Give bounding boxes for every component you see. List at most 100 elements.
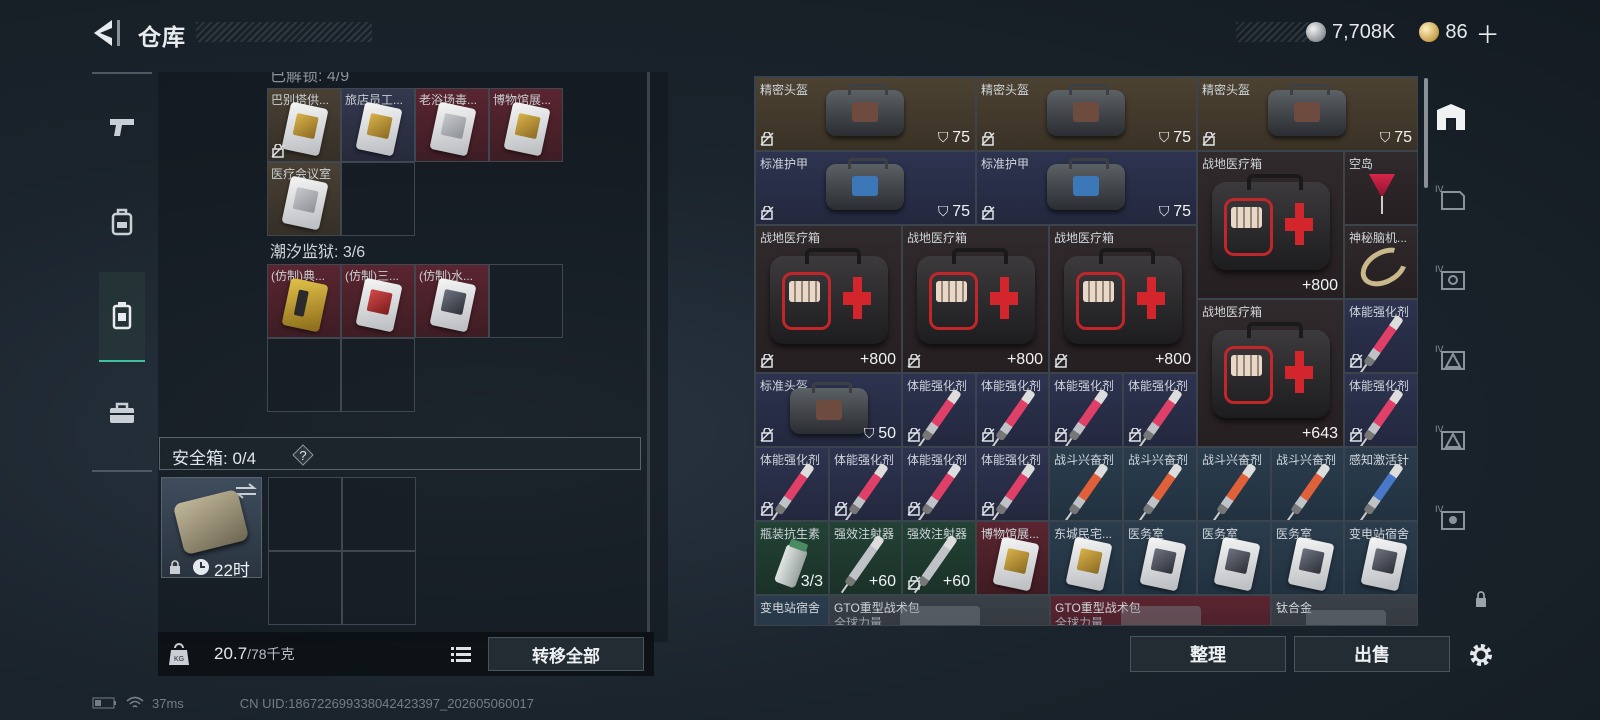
item-keycard[interactable]: 医务室 bbox=[1123, 521, 1197, 595]
item-helmet[interactable]: 精密头盔 ⛉ 75 bbox=[976, 77, 1197, 151]
item-keycard[interactable]: 变电站宿舍 bbox=[755, 595, 829, 625]
tab-main-stash[interactable] bbox=[1428, 82, 1474, 152]
backpack-icon bbox=[111, 208, 133, 236]
unlock-icon bbox=[1054, 428, 1068, 442]
keycard-slot[interactable]: 巴别塔供... bbox=[267, 88, 341, 162]
syringe-icon bbox=[1068, 388, 1109, 442]
item-backpack[interactable]: GTO重型战术包 全球力量 bbox=[1050, 595, 1271, 625]
keycard-icon bbox=[1360, 536, 1408, 592]
item-keycard[interactable]: 医务室 bbox=[1271, 521, 1344, 595]
item-combat-stim[interactable]: 战斗兴奋剂 bbox=[1049, 447, 1123, 521]
back-arrow-icon[interactable] bbox=[88, 16, 124, 50]
item-stimulant[interactable]: 体能强化剂 bbox=[829, 447, 902, 521]
keycard-slot[interactable]: 医疗会议室 bbox=[267, 162, 341, 236]
nav-equipment[interactable] bbox=[92, 176, 152, 266]
item-injector[interactable]: 强效注射器 +60 bbox=[902, 521, 976, 595]
item-combat-stim[interactable]: 战斗兴奋剂 bbox=[1197, 447, 1271, 521]
item-stimulant[interactable]: 体能强化剂 bbox=[1123, 373, 1197, 447]
item-medkit[interactable]: 战地医疗箱 +800 bbox=[755, 225, 902, 373]
item-armor[interactable]: 标准护甲 ⛉ 75 bbox=[976, 151, 1197, 225]
empty-slot[interactable] bbox=[342, 551, 416, 625]
item-combat-stim[interactable]: 战斗兴奋剂 bbox=[1123, 447, 1197, 521]
list-view-icon[interactable] bbox=[446, 638, 476, 670]
silver-coin-icon bbox=[1306, 22, 1326, 42]
keycard-icon bbox=[992, 536, 1040, 592]
keycard-slot[interactable]: 老浴场毒... bbox=[415, 88, 489, 162]
transfer-all-button[interactable]: 转移全部 bbox=[488, 637, 644, 671]
item-helmet[interactable]: 精密头盔 ⛉ 75 bbox=[1197, 77, 1417, 151]
syringe-icon bbox=[1216, 462, 1257, 516]
durability-value: ⛉ 75 bbox=[1158, 129, 1191, 146]
item-device[interactable]: 神秘脑机... bbox=[1344, 225, 1417, 299]
item-titanium[interactable]: 钛合金 bbox=[1271, 595, 1417, 625]
item-helmet[interactable]: 精密头盔 ⛉ 75 bbox=[755, 77, 976, 151]
item-medkit[interactable]: 战地医疗箱 +800 bbox=[1197, 151, 1344, 299]
armor-icon bbox=[1047, 158, 1125, 210]
keycard-slot[interactable]: (仿制)三... bbox=[341, 264, 415, 338]
item-combat-stim[interactable]: 战斗兴奋剂 bbox=[1271, 447, 1344, 521]
helmet-icon bbox=[1268, 84, 1346, 136]
settings-gear-icon[interactable] bbox=[1466, 640, 1496, 670]
syringe-icon bbox=[921, 388, 962, 442]
tidy-button[interactable]: 整理 bbox=[1130, 636, 1286, 672]
item-injector[interactable]: 强效注射器 +60 bbox=[829, 521, 902, 595]
empty-slot[interactable] bbox=[342, 477, 416, 551]
empty-slot[interactable] bbox=[341, 162, 415, 236]
empty-slot[interactable] bbox=[268, 551, 342, 625]
item-perception-stim[interactable]: 感知激活针 bbox=[1344, 447, 1417, 521]
item-keycard[interactable]: 医务室 bbox=[1197, 521, 1271, 595]
empty-slot[interactable] bbox=[341, 338, 415, 412]
cocktail-icon bbox=[1369, 174, 1395, 198]
item-keycard[interactable]: 博物馆展... bbox=[976, 521, 1049, 595]
keycard-slot[interactable]: 博物馆展... bbox=[489, 88, 563, 162]
nav-toolbox[interactable] bbox=[92, 368, 152, 458]
item-stimulant[interactable]: 体能强化剂 bbox=[902, 447, 976, 521]
item-backpack[interactable]: GTO重型战术包 全球力量 bbox=[829, 595, 1050, 625]
item-stimulant[interactable]: 体能强化剂 bbox=[1049, 373, 1123, 447]
item-stimulant[interactable]: 体能强化剂 bbox=[976, 447, 1049, 521]
keycard-icon bbox=[503, 101, 551, 157]
safebox-slot[interactable]: 22时 bbox=[161, 477, 262, 580]
item-stimulant[interactable]: 体能强化剂 bbox=[902, 373, 976, 447]
stash-scrollbar[interactable] bbox=[647, 72, 650, 632]
empty-slot[interactable] bbox=[268, 477, 342, 551]
keycard-slot[interactable]: 旅店员工... bbox=[341, 88, 415, 162]
tab-stash-warning[interactable]: IV bbox=[1428, 322, 1474, 392]
empty-slot[interactable] bbox=[267, 338, 341, 412]
item-cocktail[interactable]: 空岛 bbox=[1344, 151, 1417, 225]
empty-slot[interactable] bbox=[489, 264, 563, 338]
helmet-icon bbox=[790, 382, 868, 434]
unlock-icon bbox=[1349, 428, 1363, 442]
item-armor[interactable]: 标准护甲 ⛉ 75 bbox=[755, 151, 976, 225]
nav-containers[interactable] bbox=[99, 272, 145, 362]
item-stimulant[interactable]: 体能强化剂 bbox=[976, 373, 1049, 447]
item-medkit[interactable]: 战地医疗箱 +643 bbox=[1197, 299, 1344, 447]
add-currency-icon[interactable]: ＋ bbox=[1476, 15, 1500, 50]
syringe-icon bbox=[995, 388, 1036, 442]
help-icon[interactable]: ? bbox=[292, 444, 314, 466]
keycard-slot[interactable]: (仿制)典... bbox=[267, 264, 341, 338]
item-medkit[interactable]: 战地医疗箱 +800 bbox=[902, 225, 1049, 373]
nav-weapons[interactable] bbox=[92, 82, 152, 172]
stash-tabs: IV IV IV IV IV bbox=[1428, 76, 1474, 636]
item-medkit[interactable]: 战地医疗箱 +800 bbox=[1049, 225, 1197, 373]
sell-button[interactable]: 出售 bbox=[1294, 636, 1450, 672]
item-keycard[interactable]: 东城民宅... bbox=[1049, 521, 1123, 595]
tab-stash-warning-2[interactable]: IV bbox=[1428, 402, 1474, 472]
tab-stash-4[interactable]: IV bbox=[1428, 162, 1474, 232]
gold-amount: 86 bbox=[1445, 20, 1468, 43]
item-helmet[interactable]: 标准头盔 ⛉ 50 bbox=[755, 373, 902, 447]
unlock-icon bbox=[760, 354, 774, 368]
item-stimulant[interactable]: 体能强化剂 bbox=[1344, 299, 1417, 373]
clock-icon bbox=[193, 559, 209, 575]
tab-stash-media[interactable]: IV bbox=[1428, 482, 1474, 552]
unlock-icon bbox=[760, 132, 774, 146]
keycard-slot[interactable]: (仿制)水... bbox=[415, 264, 489, 338]
syringe-icon bbox=[995, 462, 1036, 516]
durability-value: ⛉ 75 bbox=[937, 203, 970, 220]
item-stimulant[interactable]: 体能强化剂 bbox=[755, 447, 829, 521]
item-stimulant[interactable]: 体能强化剂 bbox=[1344, 373, 1417, 447]
item-antibiotic[interactable]: 瓶装抗生素 3/3 bbox=[755, 521, 829, 595]
tab-stash-picture[interactable]: IV bbox=[1428, 242, 1474, 312]
item-keycard[interactable]: 变电站宿舍 bbox=[1344, 521, 1417, 595]
